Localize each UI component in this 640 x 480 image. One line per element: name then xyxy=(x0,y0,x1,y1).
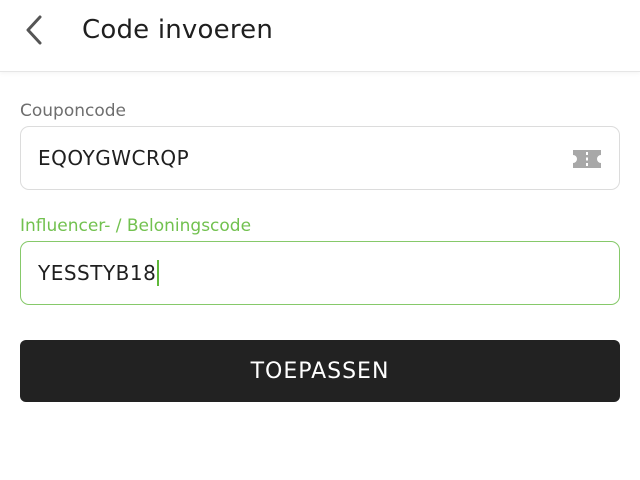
back-button[interactable] xyxy=(12,10,56,50)
influencer-code-input[interactable]: YESSTYB18 xyxy=(38,242,160,304)
code-entry-screen: Code invoeren Couponcode EQOYGWCRQP Infl… xyxy=(0,0,640,480)
coupon-code-value[interactable]: EQOYGWCRQP xyxy=(38,127,189,189)
coupon-code-label: Couponcode xyxy=(20,101,127,121)
text-cursor xyxy=(157,260,160,286)
page-title: Code invoeren xyxy=(82,15,274,45)
ticket-icon[interactable] xyxy=(571,148,603,170)
influencer-code-label: Influencer- / Beloningscode xyxy=(20,216,252,236)
app-header: Code invoeren xyxy=(0,0,640,72)
influencer-code-value: YESSTYB18 xyxy=(38,261,157,285)
apply-button[interactable]: TOEPASSEN xyxy=(20,340,620,402)
chevron-left-icon xyxy=(26,15,42,45)
influencer-code-field[interactable]: YESSTYB18 xyxy=(20,241,620,305)
coupon-code-field[interactable]: EQOYGWCRQP xyxy=(20,126,620,190)
